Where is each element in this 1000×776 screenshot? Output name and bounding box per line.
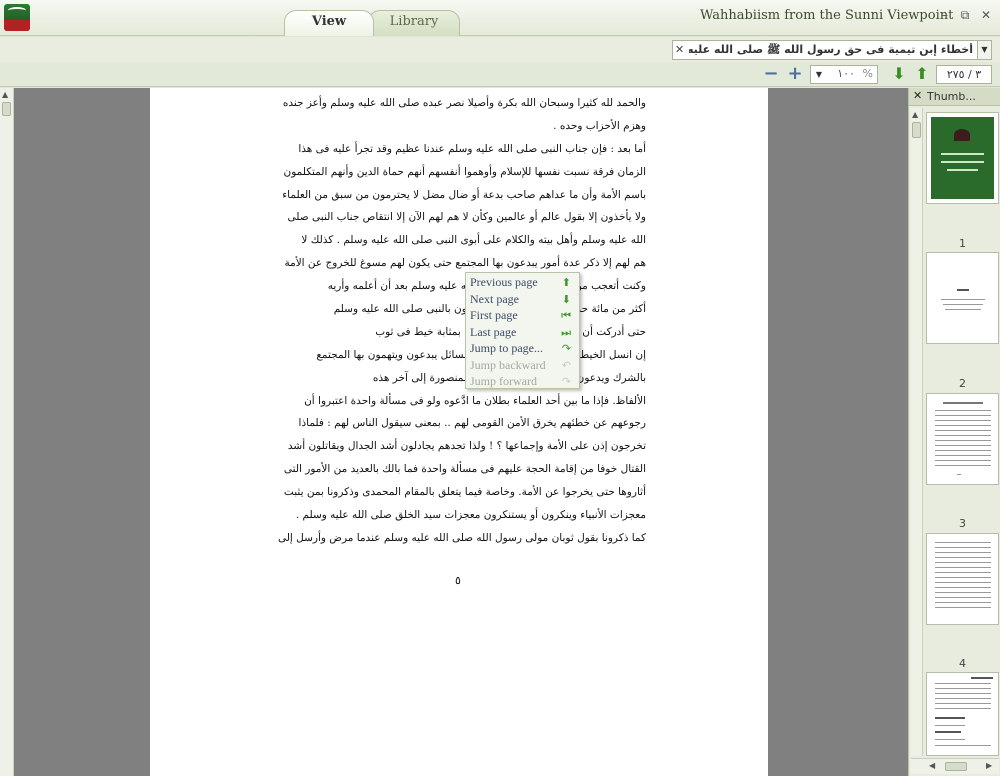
menu-item-next-page[interactable]: Next page ⬇ [466, 291, 579, 307]
thumbnail-page-5[interactable] [926, 672, 999, 756]
zoom-select[interactable]: ▼ ١٠٠ % [810, 65, 878, 84]
text-line: أما بعد : فإن جناب النبى صلى الله عليه و… [298, 142, 646, 155]
jump-backward-icon: ↶ [561, 359, 571, 372]
thumbnail-label: 3 [959, 517, 966, 530]
menu-item-label: First page [470, 308, 518, 322]
text-line: أثاروها حتى يخرجوا عن الأمة. وخاصة فيما … [283, 486, 646, 499]
scroll-up-icon[interactable]: ▲ [912, 110, 918, 119]
scroll-thumb[interactable] [912, 122, 921, 138]
menu-item-jump-backward: Jump backward ↶ [466, 357, 579, 373]
jump-forward-icon: ↷ [561, 376, 571, 388]
text-line: الزمان فرقة نسبت نفسها للإسلام وأوهموا أ… [283, 165, 646, 178]
minimize-button[interactable]: – [936, 6, 954, 24]
jump-icon: ↷ [561, 343, 571, 355]
text-line: رجوعهم عن خطئهم يخرق الأمن القومى لهم ..… [298, 417, 646, 430]
last-page-icon: ⏭ [561, 326, 571, 339]
menu-item-label: Last page [470, 324, 517, 339]
scroll-left-icon[interactable]: ◀ [929, 761, 935, 770]
menu-item-jump-to-page[interactable]: Jump to page... ↷ [466, 340, 579, 356]
text-line: بالشرك ويدعون أنهم فئة الحق والطائفة الم… [372, 371, 646, 384]
text-line: وكنت أتعجب من قولهم لأن النبى صلى الله ع… [327, 280, 646, 293]
chevron-down-icon[interactable]: ▼ [813, 67, 825, 82]
document-scrollbar[interactable]: ▲ [0, 88, 14, 776]
text-line: إن انسل الخيط انهدم الثوب ولديهم عدة مسا… [316, 348, 646, 361]
document-viewer: والحمد لله كثيرا وسبحان الله بكرة وأصيلا… [0, 88, 908, 776]
text-line: هم لهم إلا ذكر عدة أمور يبدعون بها المجت… [284, 257, 646, 270]
text-line: باسم الأمة وأن ما عداهم صاحب بدعة أو ضال… [282, 188, 646, 201]
page-number-label: ٥ [455, 574, 461, 587]
text-line: الألفاظ. فإذا ما بين أحد العلماء بطلان م… [304, 394, 646, 407]
close-icon[interactable]: ✕ [675, 43, 687, 57]
page-text: والحمد لله كثيرا وسبحان الله بكرة وأصيلا… [272, 92, 646, 550]
menu-item-label: Next page [470, 291, 519, 306]
title-bar: View Library Wahhabiism from the Sunni V… [0, 0, 1000, 36]
arrow-down-icon: ⬇ [892, 64, 906, 83]
window-title: Wahhabiism from the Sunni Viewpoint [700, 8, 954, 23]
zoom-value: ١٠٠ [837, 67, 855, 80]
thumbnail-label: 2 [959, 377, 966, 390]
tab-view[interactable]: View [284, 10, 374, 36]
arrow-up-icon: ⬆ [561, 277, 571, 289]
close-icon[interactable]: ✕ [913, 89, 922, 102]
thumbnail-panel-header: ✕ Thumb... [909, 88, 1000, 106]
zoom-unit: % [862, 67, 873, 80]
search-bar: ✕ أخطاء إبن تيمية فى حق رسول الله ﷺ صلى … [0, 37, 1000, 62]
text-line: القتال خوفا من إقامة الحجة عليهم فى مسأل… [283, 463, 646, 476]
thumbnail-page-4[interactable] [926, 533, 999, 625]
context-menu: Previous page ⬆ Next page ⬇ First page ⏮ Last … [465, 272, 580, 389]
zoom-out-button[interactable]: − [762, 65, 780, 83]
text-line: الله عليه وسلم وأهل بيته والكلام على أبو… [301, 234, 646, 247]
document-page: والحمد لله كثيرا وسبحان الله بكرة وأصيلا… [150, 88, 768, 776]
menu-item-last-page[interactable]: Last page ⏭ [466, 324, 579, 340]
thumbnail-panel-title: Thumb... [927, 90, 976, 103]
restore-button[interactable]: ⧉ [956, 6, 974, 24]
thumbnail-label: 4 [959, 657, 966, 670]
text-line: أكثر من مائة حديث من رواية الكبار يتوسلو… [333, 303, 646, 316]
thumbnail-hscrollbar[interactable]: ◀ ▶ [911, 758, 999, 774]
arrow-down-icon: ⬇ [561, 293, 571, 306]
menu-item-jump-forward: Jump forward ↷ [466, 373, 579, 389]
thumbnail-scrollbar[interactable]: ▲ [911, 108, 923, 756]
first-page-icon: ⏮ [561, 310, 571, 322]
text-line: والحمد لله كثيرا وسبحان الله بكرة وأصيلا… [282, 97, 646, 109]
menu-item-label: Previous page [470, 275, 538, 289]
text-line: وهزم الأحزاب وحده . [553, 119, 646, 132]
toolbar: − + ▼ ١٠٠ % ⬇ ⬆ ٣ / ٢٧٥ [0, 62, 1000, 87]
search-input[interactable]: ✕ أخطاء إبن تيمية فى حق رسول الله ﷺ صلى … [672, 40, 978, 60]
scroll-thumb[interactable] [945, 762, 967, 771]
menu-item-previous-page[interactable]: Previous page ⬆ [466, 274, 579, 290]
tab-library[interactable]: Library [368, 10, 460, 36]
chevron-down-icon[interactable]: ▼ [977, 40, 992, 60]
book-cover-image [931, 117, 994, 199]
menu-item-label: Jump backward [470, 357, 546, 372]
thumbnail-page-3[interactable] [926, 393, 999, 485]
app-logo-icon [4, 4, 30, 31]
zoom-in-button[interactable]: + [786, 65, 804, 83]
thumbnail-page-1[interactable] [926, 112, 999, 204]
text-line: حتى أدركت أن هذه المسائل التى يجعلونها ب… [375, 325, 646, 338]
text-line: كما ذكرونا بقول ثوبان مولى رسول الله صلى… [277, 531, 646, 544]
text-line: ولا يأخذون إلا بقول عالم أو عالمين وكأن … [287, 211, 646, 224]
thumbnail-panel: ✕ Thumb... ▲ 1 2 3 4 ◀ ▶ [908, 88, 1000, 776]
menu-item-first-page[interactable]: First page ⏮ [466, 307, 579, 323]
thumbnail-label: 1 [959, 237, 966, 250]
text-line: تخرجون إذن على الأمة وإجماعها ؟ ! ولذا ت… [287, 440, 646, 453]
menu-item-label: Jump to page... [470, 341, 543, 355]
arrow-up-icon: ⬆ [915, 64, 929, 83]
scroll-up-icon[interactable]: ▲ [2, 90, 8, 99]
page-number-field[interactable]: ٣ / ٢٧٥ [936, 65, 992, 84]
menu-item-label: Jump forward [470, 374, 537, 388]
thumbnail-page-2[interactable] [926, 252, 999, 344]
next-page-button[interactable]: ⬇ [890, 65, 908, 83]
search-input-value: أخطاء إبن تيمية فى حق رسول الله ﷺ صلى ال… [689, 43, 973, 56]
previous-page-button[interactable]: ⬆ [913, 65, 931, 83]
text-line: معجزات الأنبياء وينكرون أو يستنكرون معجز… [295, 509, 646, 522]
scroll-thumb[interactable] [2, 102, 11, 116]
scroll-right-icon[interactable]: ▶ [986, 761, 992, 770]
close-window-button[interactable]: ✕ [977, 6, 995, 24]
